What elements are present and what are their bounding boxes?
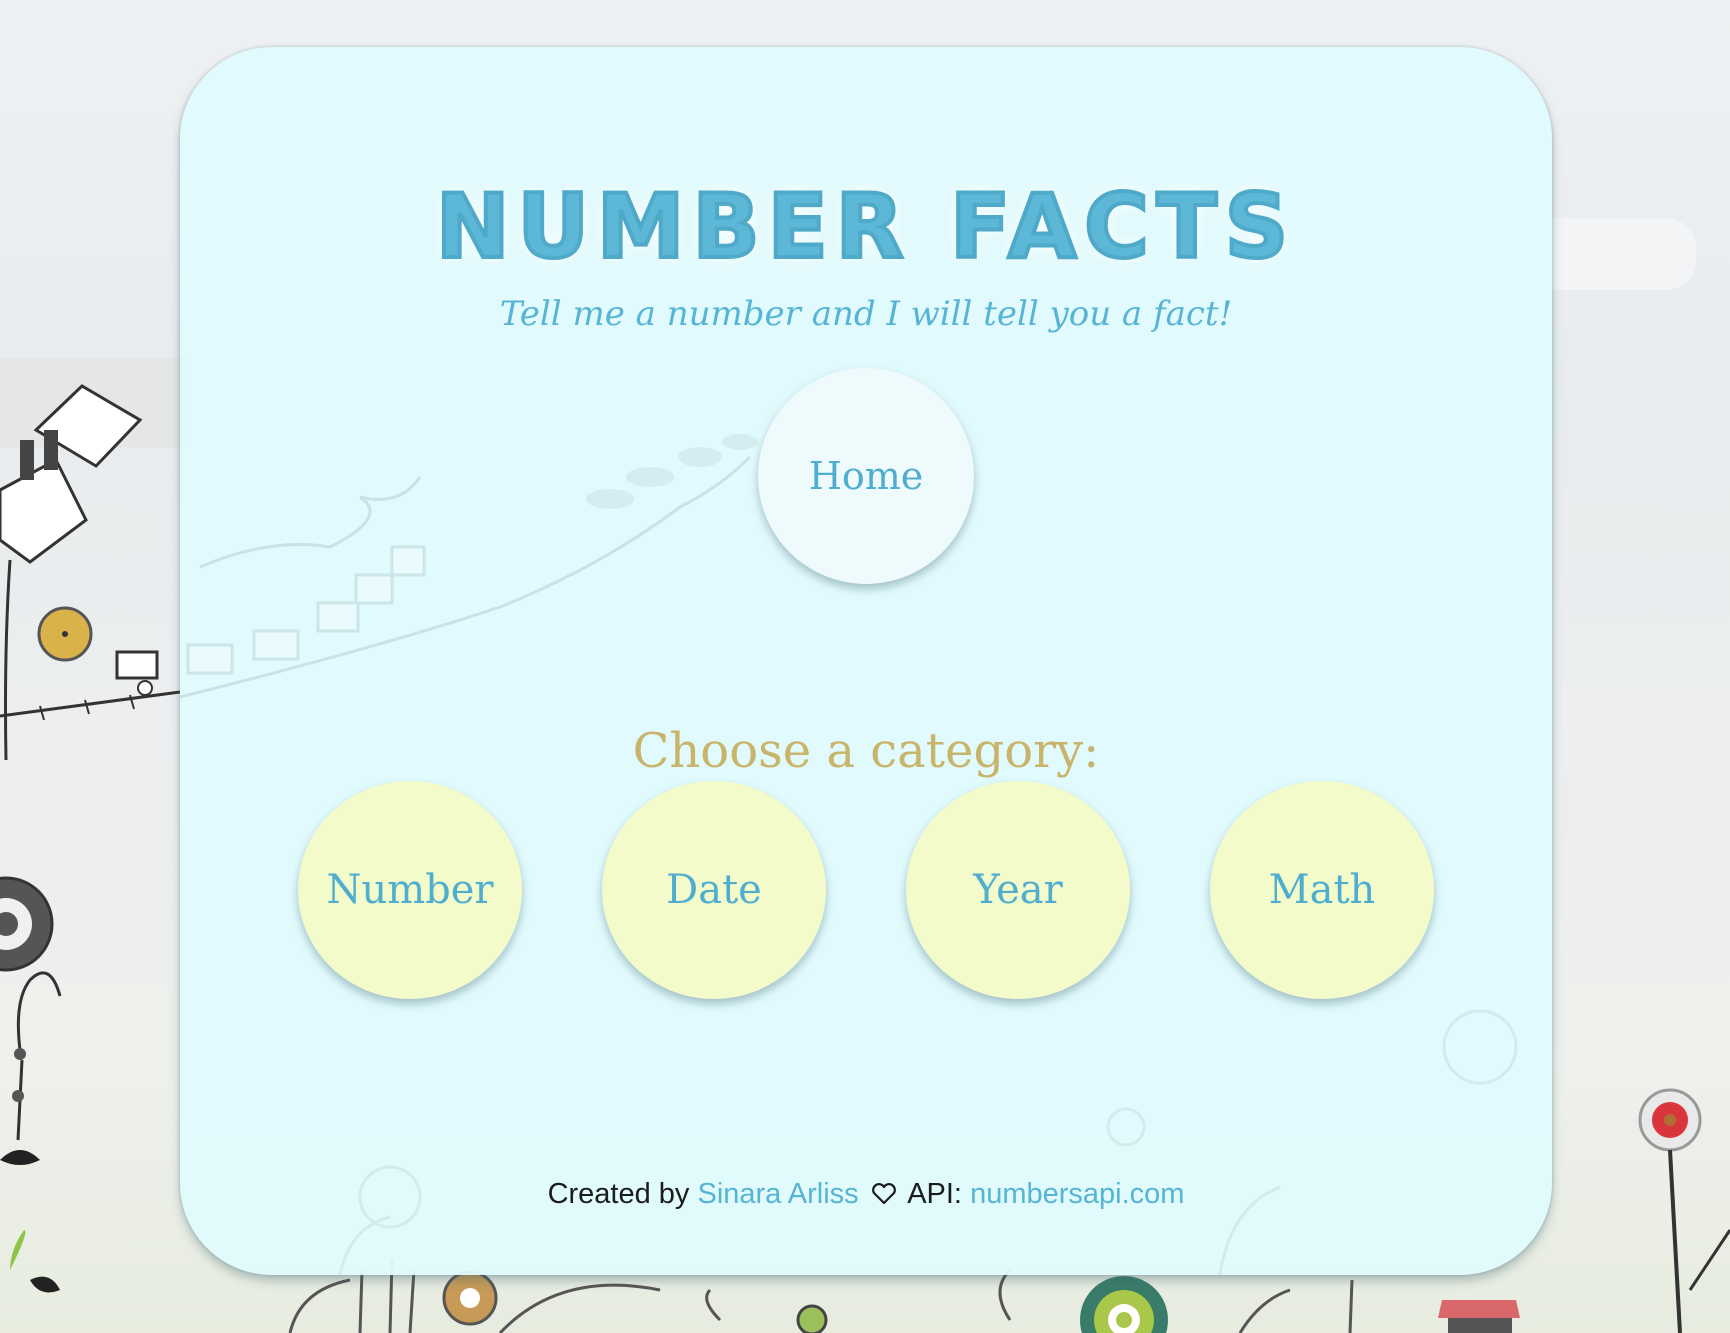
- category-math-button[interactable]: Math: [1210, 781, 1434, 999]
- footer: Created by Sinara Arliss API: numbersapi…: [180, 1178, 1552, 1211]
- satellite-doodle: [0, 384, 143, 564]
- footer-created-by-text: Created by: [547, 1178, 690, 1210]
- page-title: NUMBER FACTS: [434, 173, 1297, 280]
- main-card: NUMBER FACTS Tell me a number and I will…: [180, 47, 1552, 1275]
- home-button[interactable]: Home: [758, 368, 974, 584]
- page-subtitle: Tell me a number and I will tell you a f…: [499, 294, 1233, 334]
- background-cloud: [0, 358, 190, 448]
- author-link[interactable]: Sinara Arliss: [697, 1178, 858, 1210]
- category-year-button[interactable]: Year: [906, 781, 1130, 999]
- category-date-button[interactable]: Date: [602, 781, 826, 999]
- api-link[interactable]: numbersapi.com: [970, 1178, 1184, 1210]
- category-heading: Choose a category:: [632, 723, 1100, 779]
- footer-api-text: API:: [907, 1178, 962, 1210]
- category-number-button[interactable]: Number: [298, 781, 522, 999]
- heart-outline-icon: [871, 1178, 897, 1211]
- background-cloud: [1540, 218, 1696, 290]
